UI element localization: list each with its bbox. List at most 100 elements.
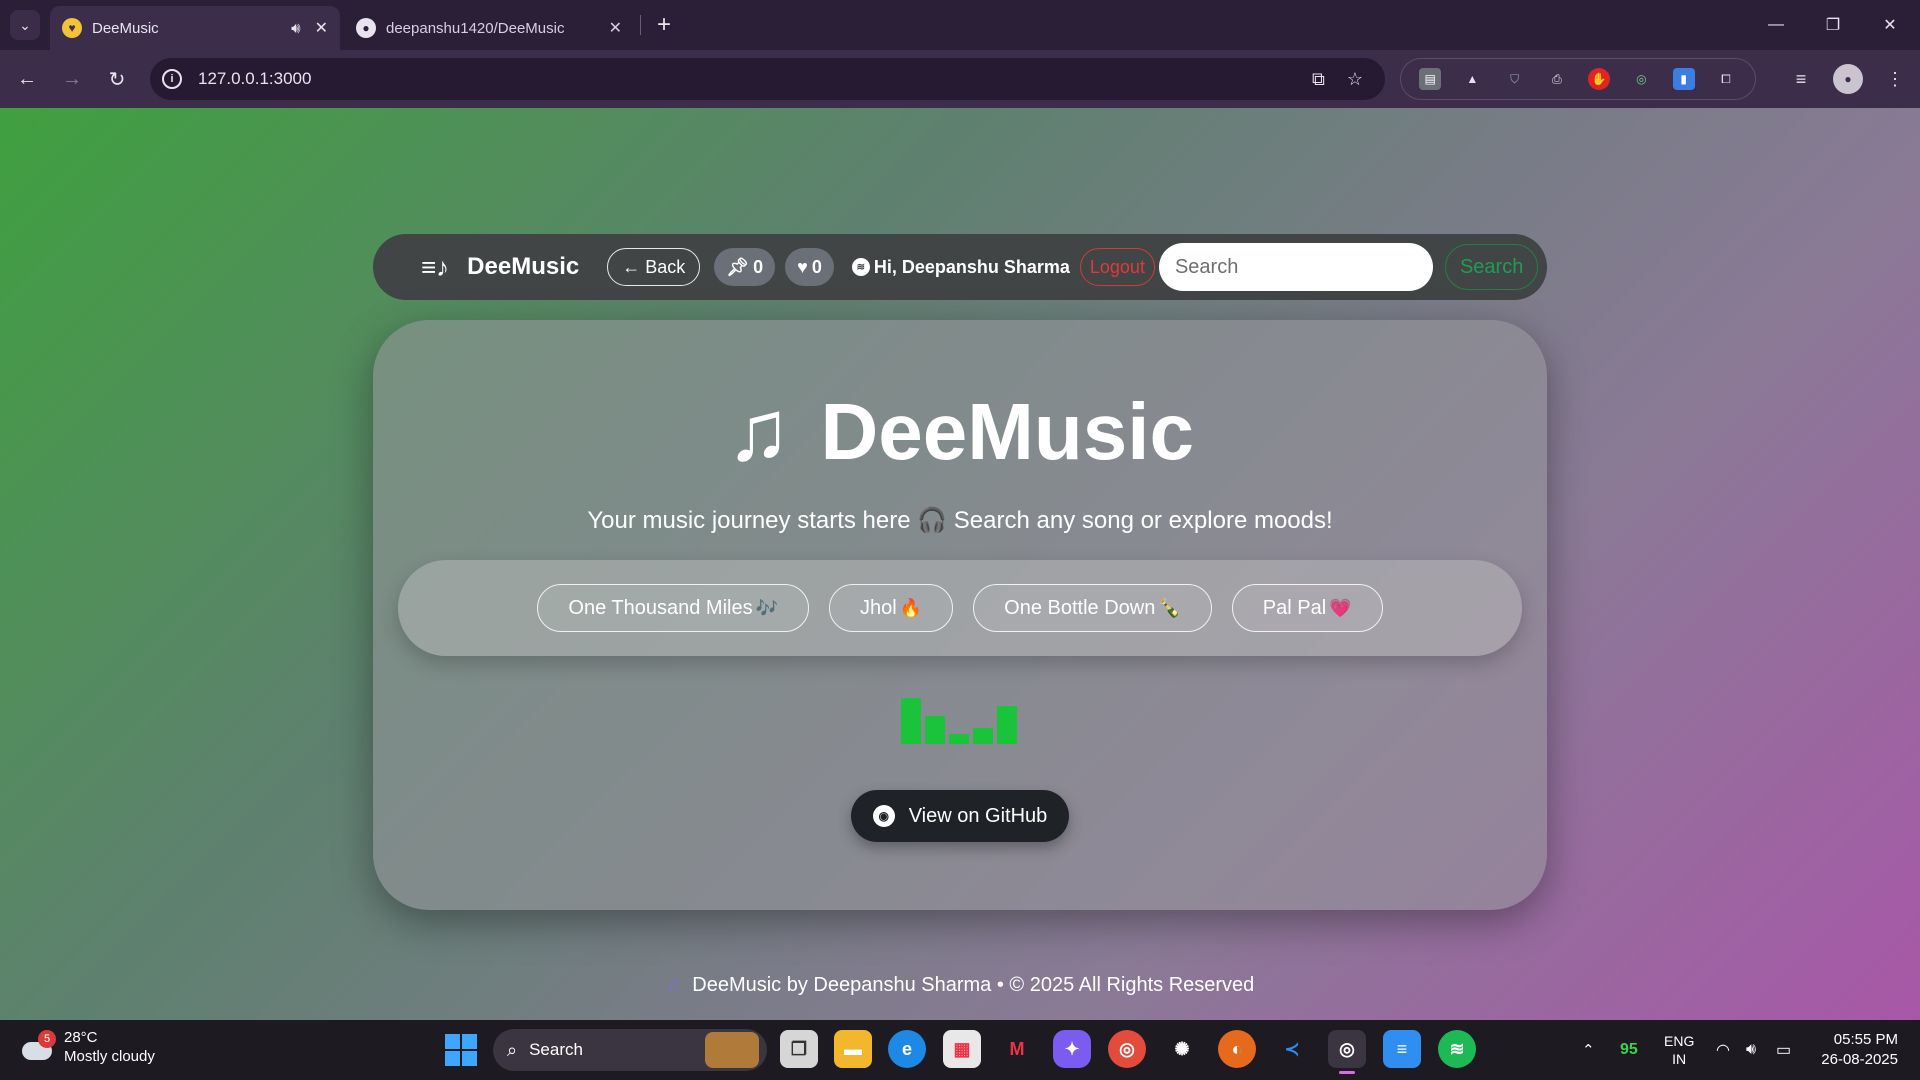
hero-title: ♫ DeeMusic xyxy=(373,382,1547,481)
volume-icon[interactable]: 🔊︎ xyxy=(1746,1020,1756,1080)
start-windows-icon[interactable] xyxy=(445,1034,477,1066)
minimize-icon[interactable]: — xyxy=(1756,8,1796,42)
extension-docs-icon[interactable]: ▮ xyxy=(1672,68,1695,90)
edge-icon[interactable]: e xyxy=(888,1030,926,1068)
equalizer-bar xyxy=(925,716,945,744)
mood-button[interactable]: Jhol 🔥 xyxy=(829,584,954,632)
close-tab-icon[interactable]: ✕ xyxy=(315,18,328,38)
back-arrow-icon[interactable]: ← xyxy=(12,64,42,94)
reload-icon[interactable]: ↻ xyxy=(102,64,132,94)
gmail-icon[interactable]: M xyxy=(998,1030,1036,1068)
hero-title-text: DeeMusic xyxy=(820,386,1194,476)
search-highlight-image xyxy=(705,1032,759,1068)
battery-icon[interactable]: ▭ xyxy=(1776,1020,1791,1080)
close-tab-icon[interactable]: ✕ xyxy=(609,18,622,38)
temperature: 28°C xyxy=(64,1029,98,1046)
new-tab-button[interactable]: + xyxy=(650,10,678,40)
taskbar-search[interactable]: ⌕ Search xyxy=(493,1029,767,1071)
spotify-taskbar-icon[interactable]: ≋ xyxy=(1438,1030,1476,1068)
show-hidden-icons-chevron-icon[interactable]: ⌃ xyxy=(1582,1020,1595,1080)
hero-subtitle: Your music journey starts here 🎧 Search … xyxy=(587,507,1333,534)
bookmark-star-icon[interactable]: ☆ xyxy=(1347,69,1363,90)
extension-drive-icon[interactable]: ▲ xyxy=(1461,68,1483,90)
pinned-button[interactable]: 📌︎ 0 xyxy=(714,248,776,286)
hero-card: ♫ DeeMusic Your music journey starts her… xyxy=(373,320,1547,910)
chrome-profile-icon[interactable]: ◎ xyxy=(1328,1030,1366,1074)
mood-label: Pal Pal xyxy=(1262,596,1327,619)
firefox-icon[interactable]: ◐ xyxy=(1218,1030,1256,1068)
liked-button[interactable]: ♥ 0 xyxy=(785,248,834,286)
notepad-icon[interactable]: ≡ xyxy=(1383,1030,1421,1068)
speaker-icon[interactable]: 🔊︎ xyxy=(291,20,300,37)
site-info-icon[interactable]: i xyxy=(162,69,182,89)
close-window-icon[interactable]: ✕ xyxy=(1870,8,1910,42)
navbar-brand[interactable]: DeeMusic xyxy=(467,253,579,281)
clock-date: 26-08-2025 xyxy=(1821,1051,1898,1068)
wifi-icon[interactable]: ◠ xyxy=(1716,1020,1730,1080)
browser-tab-strip: ⌄ ♥ DeeMusic 🔊︎ ✕ ● deepanshu1420/DeeMus… xyxy=(0,0,1920,50)
system-clock[interactable]: 05:55 PM 26-08-2025 xyxy=(1821,1030,1898,1070)
file-explorer-icon[interactable]: ▬ xyxy=(834,1030,872,1068)
search-button[interactable]: Search xyxy=(1444,244,1539,290)
tab-title: DeeMusic xyxy=(92,19,159,37)
store-icon[interactable]: ▦ xyxy=(943,1030,981,1068)
profile-avatar[interactable]: ● xyxy=(1833,64,1863,94)
install-app-icon[interactable]: ⧉ xyxy=(1312,69,1325,90)
page-footer: ♫ DeeMusic by Deepanshu Sharma • © 2025 … xyxy=(0,974,1920,997)
music-note-icon: ♫ xyxy=(665,974,681,996)
tab-divider xyxy=(640,15,641,35)
fire-emoji-icon: 🔥 xyxy=(899,597,923,618)
browser-toolbar: ← → ↻ i 127.0.0.1:3000 ⧉ ☆ ▤ ▲ ⛉ ⎙ ✋ ◎ ▮… xyxy=(0,50,1920,108)
search-input[interactable] xyxy=(1158,243,1433,291)
extension-tabs-icon[interactable]: ▤ xyxy=(1419,68,1442,90)
music-notes-emoji-icon: 🎶 xyxy=(755,597,779,618)
mood-label: One Bottle Down xyxy=(1004,596,1156,619)
language-indicator[interactable]: ENG IN xyxy=(1664,1020,1694,1080)
task-view-icon[interactable]: ❐ xyxy=(780,1030,818,1068)
chrome-icon[interactable]: ◎ xyxy=(1108,1030,1146,1068)
battery-status: 95 xyxy=(1620,1020,1638,1080)
tab-deemusic[interactable]: ♥ DeeMusic 🔊︎ ✕ xyxy=(50,6,340,50)
address-bar[interactable]: i 127.0.0.1:3000 ⧉ ☆ xyxy=(150,58,1385,100)
mood-suggestions: One Thousand Miles 🎶 Jhol 🔥 One Bottle D… xyxy=(398,560,1522,656)
mood-button[interactable]: One Bottle Down 🍾 xyxy=(973,584,1212,632)
extension-printer-icon[interactable]: ⎙ xyxy=(1546,68,1568,90)
cloud-icon: 5 xyxy=(20,1030,56,1062)
pinned-count: 0 xyxy=(753,256,764,277)
weather-widget[interactable]: 5 28°C Mostly cloudy xyxy=(20,1028,155,1066)
greeting-text: Hi, Deepanshu Sharma xyxy=(873,256,1070,277)
heart-icon: ♥ xyxy=(797,256,808,277)
restore-icon[interactable]: ❐ xyxy=(1813,8,1853,42)
chatgpt-icon[interactable]: ✺ xyxy=(1163,1030,1201,1068)
spotify-icon: ≋ xyxy=(851,258,870,276)
deemusic-favicon-icon: ♥ xyxy=(62,18,82,38)
view-on-github-button[interactable]: ◉ View on GitHub xyxy=(851,790,1069,842)
copilot-icon[interactable]: ✦ xyxy=(1053,1030,1091,1068)
forward-arrow-icon[interactable]: → xyxy=(57,64,87,94)
tab-github[interactable]: ● deepanshu1420/DeeMusic ✕ xyxy=(344,6,634,50)
extension-shield-icon[interactable]: ⛉ xyxy=(1504,68,1526,90)
mood-button[interactable]: Pal Pal 💗 xyxy=(1231,584,1383,632)
tab-title: deepanshu1420/DeeMusic xyxy=(386,19,565,37)
mood-button[interactable]: One Thousand Miles 🎶 xyxy=(537,584,810,632)
kebab-menu-icon[interactable]: ⋮ xyxy=(1880,64,1910,94)
media-controls-icon[interactable]: ≡ xyxy=(1786,64,1816,94)
equalizer-bar xyxy=(973,728,993,744)
logout-button[interactable]: Logout xyxy=(1079,248,1155,286)
weather-condition: Mostly cloudy xyxy=(64,1048,155,1065)
extension-glasses-icon[interactable]: ◎ xyxy=(1630,68,1652,90)
footer-text: DeeMusic by Deepanshu Sharma • © 2025 Al… xyxy=(692,974,1255,996)
equalizer-animation xyxy=(901,694,1019,744)
extension-hand-icon[interactable]: ✋ xyxy=(1588,68,1611,90)
url-text[interactable]: 127.0.0.1:3000 xyxy=(198,69,1312,89)
back-button[interactable]: ← Back xyxy=(607,248,701,286)
vscode-icon[interactable]: ≺ xyxy=(1273,1030,1311,1068)
user-greeting: ≋ Hi, Deepanshu Sharma xyxy=(851,256,1070,278)
extensions-area: ▤ ▲ ⛉ ⎙ ✋ ◎ ▮ ⧠ xyxy=(1400,58,1756,100)
tab-search-button[interactable]: ⌄ xyxy=(10,10,40,40)
extensions-puzzle-icon[interactable]: ⧠ xyxy=(1715,68,1737,90)
search-icon: ⌕ xyxy=(507,1039,518,1060)
language-line2: IN xyxy=(1672,1051,1687,1067)
clock-time: 05:55 PM xyxy=(1833,1031,1898,1048)
github-button-label: View on GitHub xyxy=(908,804,1048,827)
